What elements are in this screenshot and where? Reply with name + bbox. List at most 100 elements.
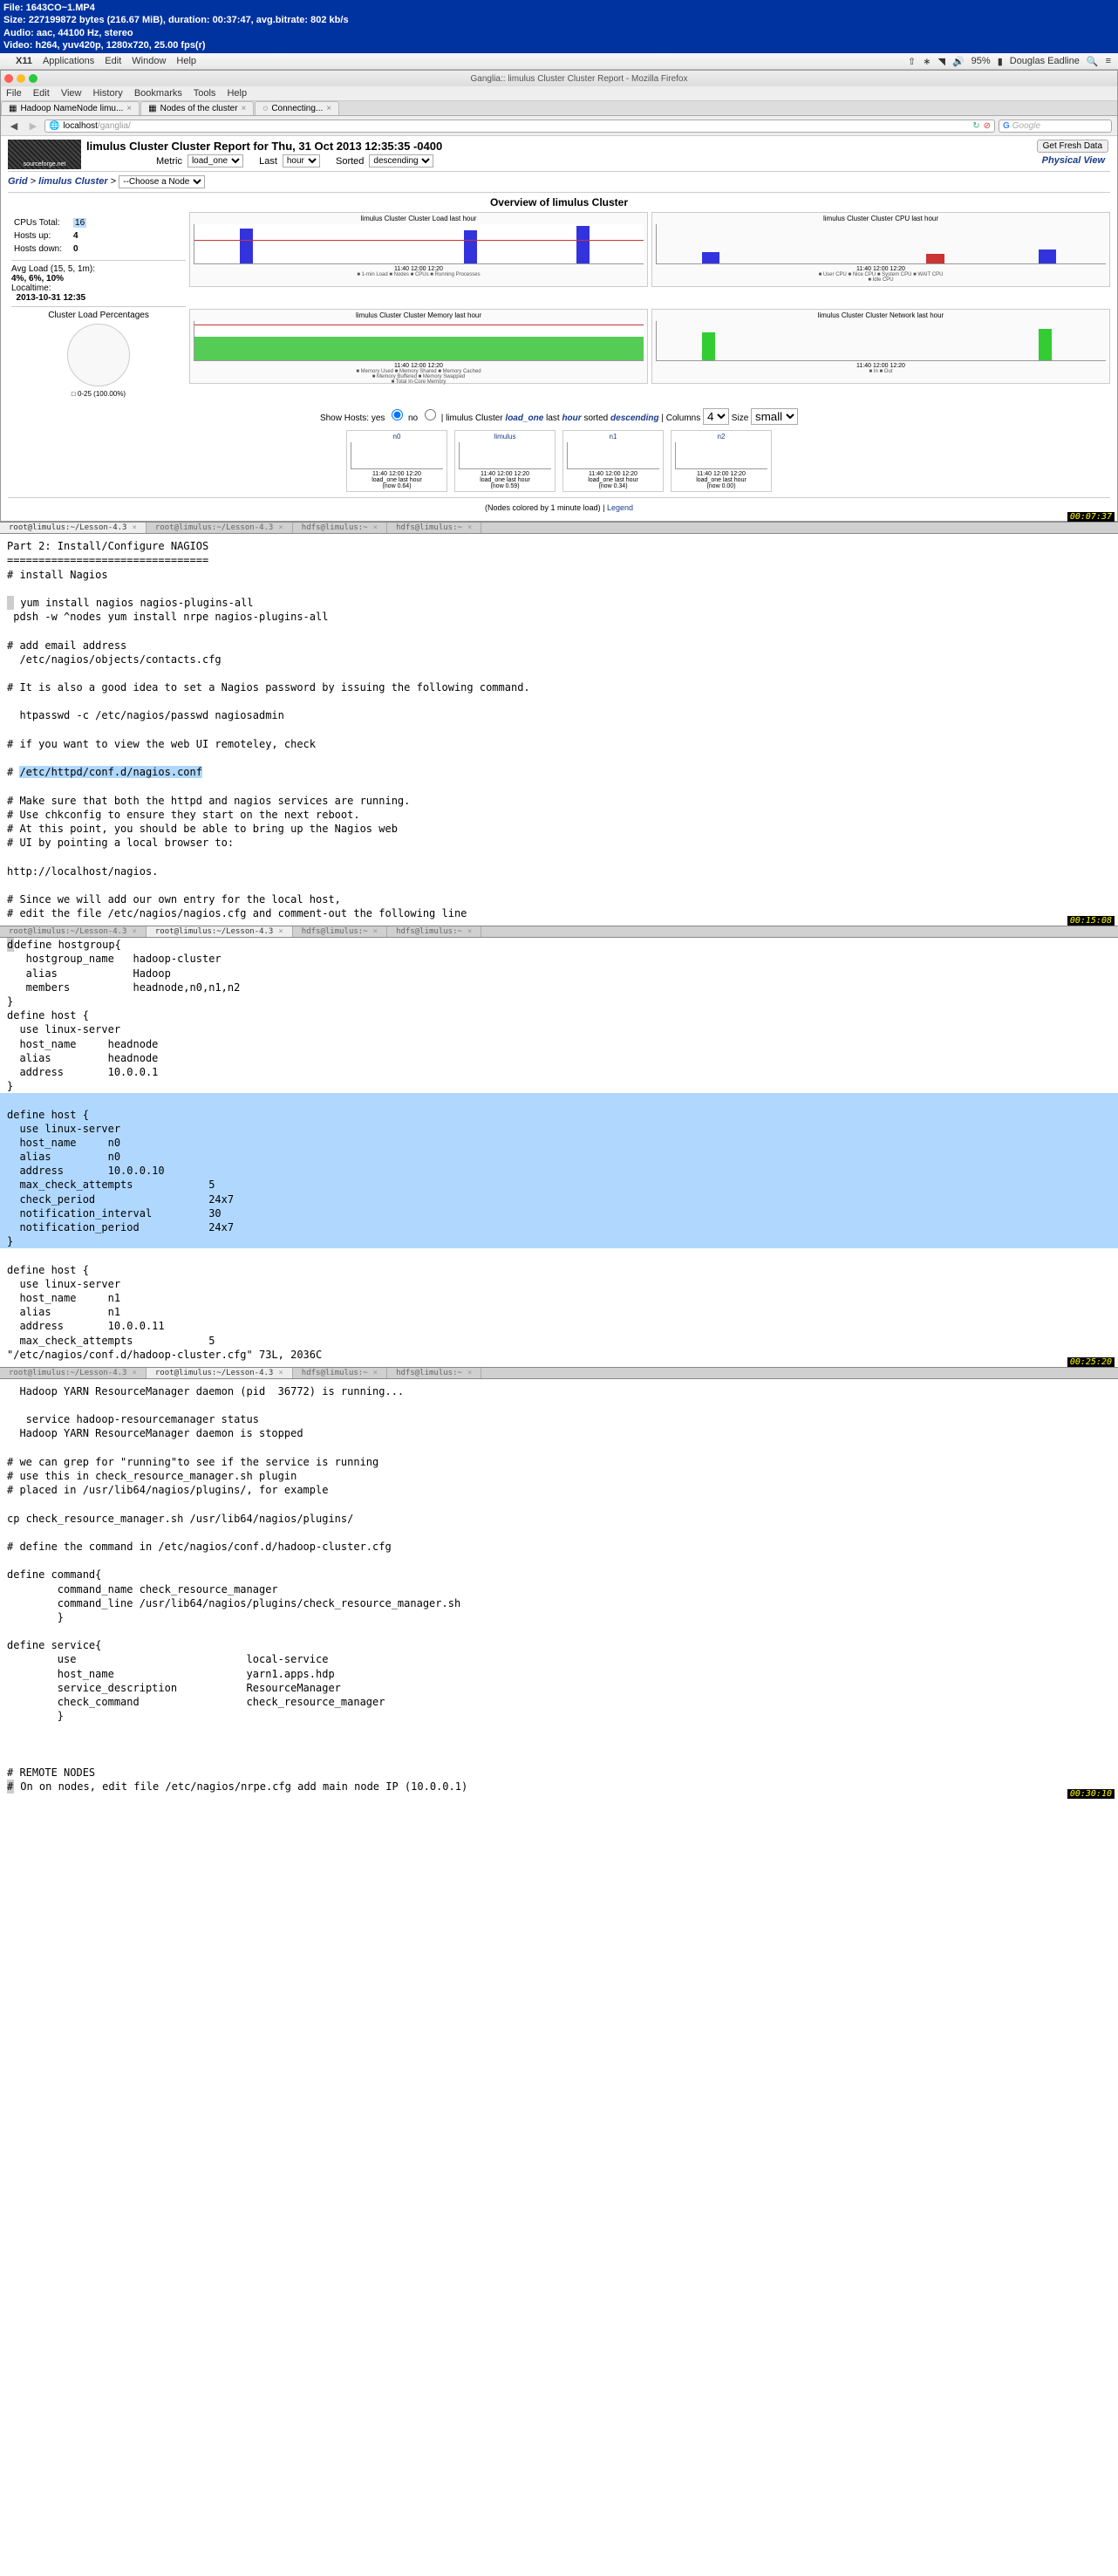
search-placeholder: Google	[1012, 121, 1040, 131]
node-thumb[interactable]: n0 11:40 12:00 12:20 load_one last hour(…	[346, 430, 447, 492]
choose-node-select[interactable]: --Choose a Node	[119, 175, 205, 188]
media-audio-line: Audio: aac, 44100 Hz, stereo	[3, 27, 1115, 39]
node-thumb[interactable]: n2 11:40 12:00 12:20 load_one last hour(…	[671, 430, 772, 492]
search-box[interactable]: G Google	[999, 120, 1112, 133]
battery-percent: 95%	[971, 56, 991, 66]
url-path: /ganglia/	[98, 121, 131, 131]
tab-close-icon[interactable]: ×	[126, 104, 132, 113]
wifi-icon[interactable]: ⇧	[908, 56, 916, 67]
editor-tab[interactable]: root@limulus:~/Lesson-4.3×	[0, 1368, 147, 1378]
editor-tab[interactable]: root@limulus:~/Lesson-4.3×	[0, 926, 147, 937]
user-name[interactable]: Douglas Eadline	[1010, 56, 1080, 66]
menu-icon[interactable]: ≡	[1106, 56, 1111, 66]
memory-chart[interactable]: limulus Cluster Cluster Memory last hour…	[189, 309, 648, 384]
ff-menu-file[interactable]: File	[6, 88, 22, 99]
spotlight-icon[interactable]: 🔍	[1087, 56, 1099, 67]
editor-body[interactable]: Hadoop YARN ResourceManager daemon (pid …	[0, 1379, 1118, 1799]
menu-window[interactable]: Window	[132, 56, 166, 66]
media-video-line: Video: h264, yuv420p, 1280x720, 25.00 fp…	[3, 39, 1115, 51]
tab-close-icon[interactable]: ×	[242, 104, 247, 113]
sorted-select[interactable]: descending	[369, 154, 433, 167]
ff-menu-edit[interactable]: Edit	[33, 88, 50, 99]
show-hosts-yes[interactable]	[392, 409, 403, 420]
localtime-label: Localtime:	[11, 284, 186, 293]
ganglia-page: Get Fresh Data sourceforge.net limulus C…	[1, 136, 1117, 521]
menu-help[interactable]: Help	[176, 56, 196, 66]
editor-tabstrip: root@limulus:~/Lesson-4.3× root@limulus:…	[0, 522, 1118, 534]
browser-tab[interactable]: ▦ Nodes of the cluster ×	[140, 101, 254, 115]
forward-button[interactable]: ▶	[25, 119, 41, 133]
editor-tab[interactable]: hdfs@limulus:~×	[387, 1368, 481, 1378]
node-thumbnails: n0 11:40 12:00 12:20 load_one last hour(…	[8, 430, 1110, 492]
tab-close-icon[interactable]: ×	[326, 104, 331, 113]
window-title: Ganglia:: limulus Cluster Cluster Report…	[44, 74, 1114, 84]
editor-tab[interactable]: root@limulus:~/Lesson-4.3×	[147, 1368, 293, 1378]
editor-tab[interactable]: hdfs@limulus:~×	[293, 523, 387, 533]
url-bar[interactable]: 🌐 localhost/ganglia/ ↻ ⊘	[44, 120, 995, 133]
ff-menu-tools[interactable]: Tools	[194, 88, 216, 99]
show-hosts-no[interactable]	[425, 409, 436, 420]
pie-title: Cluster Load Percentages	[11, 311, 186, 320]
editor-body[interactable]: ddefine hostgroup{ hostgroup_name hadoop…	[0, 938, 1118, 1367]
legend-link[interactable]: Legend	[607, 503, 633, 512]
tab-spinner-icon: ◌	[262, 104, 268, 113]
ff-menu-view[interactable]: View	[61, 88, 82, 99]
node-thumb[interactable]: n1 11:40 12:00 12:20 load_one last hour(…	[562, 430, 664, 492]
size-select[interactable]: small	[751, 408, 798, 425]
editor-tab[interactable]: root@limulus:~/Lesson-4.3×	[147, 523, 293, 533]
stop-button[interactable]: ⊘	[984, 121, 991, 131]
columns-select[interactable]: 4	[703, 408, 729, 425]
firefox-tabstrip: ▦ Hadoop NameNode limu... × ▦ Nodes of t…	[1, 101, 1117, 116]
menu-applications[interactable]: Applications	[43, 56, 94, 66]
browser-tab[interactable]: ▦ Hadoop NameNode limu... ×	[1, 101, 140, 115]
mac-menubar: X11 Applications Edit Window Help ⇧ ∗ ◥ …	[0, 53, 1118, 70]
breadcrumb-grid[interactable]: Grid	[8, 176, 28, 187]
editor-tabstrip: root@limulus:~/Lesson-4.3× root@limulus:…	[0, 926, 1118, 938]
physical-view-link[interactable]: Physical View	[1042, 155, 1105, 166]
traffic-lights[interactable]	[4, 74, 37, 83]
get-fresh-data-button[interactable]: Get Fresh Data	[1037, 140, 1108, 153]
volume-icon[interactable]: 🔊	[952, 56, 965, 67]
back-button[interactable]: ◀	[6, 119, 22, 133]
sorted-label: Sorted	[336, 156, 364, 167]
firefox-window: Ganglia:: limulus Cluster Cluster Report…	[0, 70, 1118, 522]
avg-load-label: Avg Load (15, 5, 1m):	[11, 264, 186, 274]
reload-button[interactable]: ↻	[972, 121, 979, 131]
editor-tab[interactable]: hdfs@limulus:~×	[387, 926, 481, 937]
breadcrumb-cluster[interactable]: limulus Cluster	[38, 176, 107, 187]
editor-body[interactable]: Part 2: Install/Configure NAGIOS =======…	[0, 534, 1118, 926]
last-select[interactable]: hour	[283, 154, 320, 167]
editor-tab[interactable]: hdfs@limulus:~×	[387, 523, 481, 533]
load-chart[interactable]: limulus Cluster Cluster Load last hour 1…	[189, 212, 648, 287]
ff-menu-help[interactable]: Help	[227, 88, 247, 99]
media-size-line: Size: 227199872 bytes (216.67 MiB), dura…	[3, 14, 1115, 26]
highlighted-path: /etc/httpd/conf.d/nagios.conf	[19, 766, 202, 778]
terminal-editor: root@limulus:~/Lesson-4.3× root@limulus:…	[0, 1367, 1118, 1799]
load-pie-chart	[67, 324, 130, 386]
sourceforge-logo[interactable]: sourceforge.net	[8, 140, 81, 169]
hosts-down-label: Hosts down:	[13, 243, 71, 255]
show-hosts-row: Show Hosts: yes no | limulus Cluster loa…	[8, 407, 1110, 425]
video-timestamp: 00:07:37	[1067, 512, 1115, 522]
avg-load-value: 4%, 6%, 10%	[11, 274, 186, 284]
firefox-menubar: File Edit View History Bookmarks Tools H…	[1, 86, 1117, 101]
editor-tab[interactable]: root@limulus:~/Lesson-4.3×	[147, 926, 293, 937]
editor-tab[interactable]: hdfs@limulus:~×	[293, 926, 387, 937]
bluetooth-icon[interactable]: ∗	[923, 56, 931, 67]
cpu-chart[interactable]: limulus Cluster Cluster CPU last hour 11…	[651, 212, 1110, 287]
browser-tab[interactable]: ◌ Connecting... ×	[255, 101, 339, 115]
metric-select[interactable]: load_one	[187, 154, 243, 167]
text-cursor	[7, 596, 14, 610]
app-name[interactable]: X11	[16, 56, 32, 66]
editor-tab[interactable]: hdfs@limulus:~×	[293, 1368, 387, 1378]
ff-menu-history[interactable]: History	[93, 88, 123, 99]
editor-tab[interactable]: root@limulus:~/Lesson-4.3×	[0, 523, 147, 533]
menu-edit[interactable]: Edit	[105, 56, 121, 66]
battery-icon[interactable]: ▮	[998, 56, 1003, 67]
node-thumb[interactable]: limulus 11:40 12:00 12:20 load_one last …	[454, 430, 556, 492]
localtime-value: 2013-10-31 12:35	[11, 293, 186, 303]
wifi2-icon[interactable]: ◥	[937, 56, 944, 67]
network-chart[interactable]: limulus Cluster Cluster Network last hou…	[651, 309, 1110, 384]
ff-menu-bookmarks[interactable]: Bookmarks	[134, 88, 182, 99]
charts-grid: limulus Cluster Cluster Load last hour 1…	[189, 212, 1110, 401]
